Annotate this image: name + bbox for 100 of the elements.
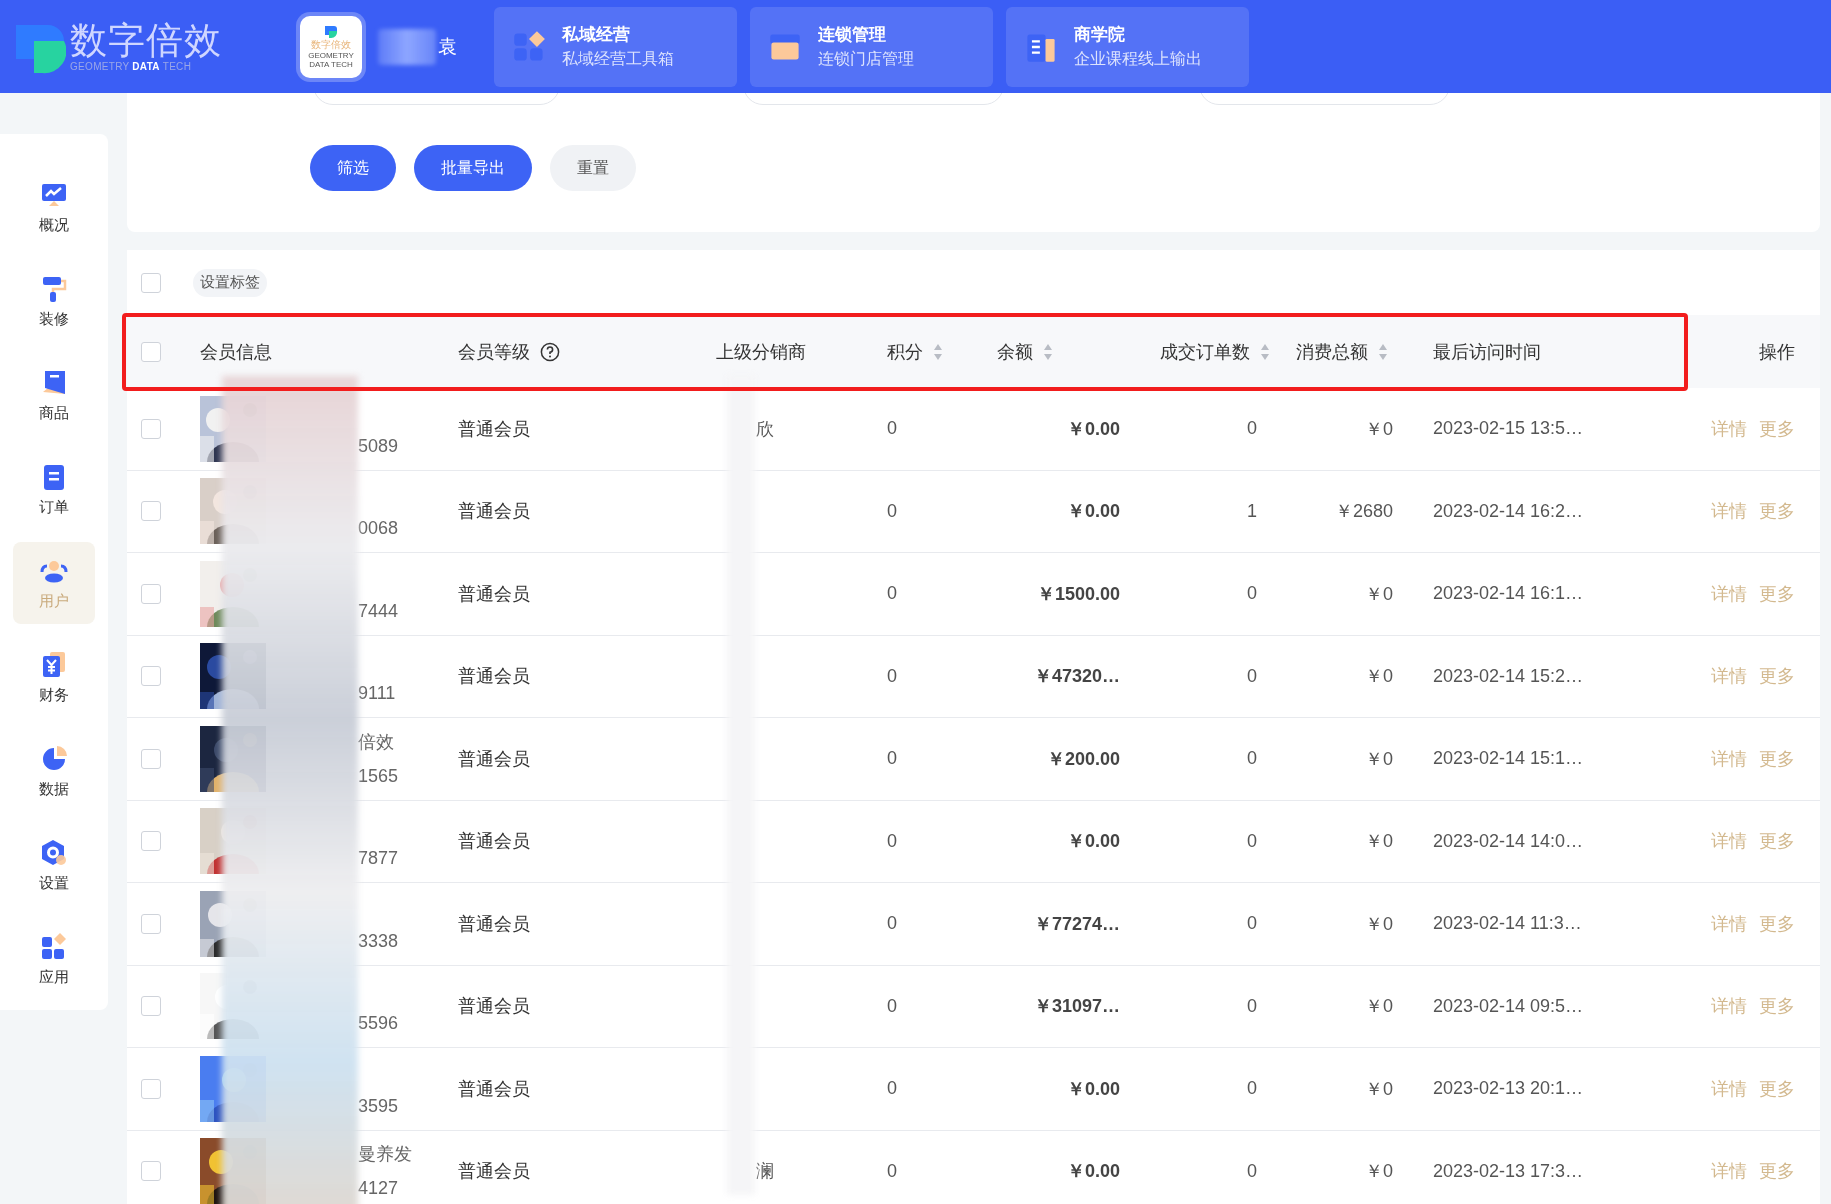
checkbox[interactable] — [141, 501, 161, 522]
table-cell: ￥77274… — [1033, 913, 1120, 934]
settings-icon — [39, 837, 69, 868]
member-phone: 7877 — [358, 847, 399, 871]
table-cell: ￥2680 — [1334, 501, 1393, 522]
sidebar-item[interactable]: 概况 — [13, 166, 95, 248]
action-link[interactable]: 详情 — [1711, 911, 1747, 936]
column-header: 积分 — [887, 340, 923, 364]
action-link[interactable]: 详情 — [1711, 1076, 1747, 1101]
table-cell: 0 — [887, 1078, 897, 1099]
action-link[interactable]: 更多 — [1759, 416, 1795, 441]
sidebar-item[interactable]: 订单 — [13, 448, 95, 530]
table-cell: 1 — [1247, 500, 1257, 521]
sidebar-item[interactable]: 装修 — [13, 260, 95, 342]
table-cell: 0 — [887, 418, 897, 439]
action-link[interactable]: 更多 — [1759, 664, 1795, 689]
filter-button[interactable]: 重置 — [550, 145, 636, 191]
table-cell: 普通会员 — [458, 913, 530, 934]
apps-icon — [39, 931, 69, 962]
sort-icon[interactable] — [1043, 342, 1053, 361]
action-link[interactable]: 详情 — [1711, 829, 1747, 854]
table-cell: 0 — [1247, 665, 1257, 686]
column-header: 消费总额 — [1296, 340, 1368, 364]
table-cell: 2023-02-14 15:1… — [1433, 748, 1584, 769]
table-cell: 普通会员 — [458, 1161, 530, 1182]
checkbox[interactable] — [141, 996, 161, 1017]
logo-name: 数字倍效 — [70, 21, 222, 61]
checkbox[interactable] — [141, 1161, 161, 1182]
nav-tile[interactable]: 商学院 企业课程线上输出 — [1006, 6, 1249, 87]
table-cell: ￥0.00 — [1066, 1161, 1120, 1182]
sort-icon[interactable] — [1260, 342, 1270, 361]
sidebar-item[interactable]: 商品 — [13, 354, 95, 436]
checkbox[interactable] — [141, 666, 161, 687]
checkbox[interactable] — [141, 1078, 161, 1099]
checkbox[interactable] — [141, 748, 161, 769]
member-phone: 5089 — [358, 434, 399, 458]
action-link[interactable]: 详情 — [1711, 416, 1747, 441]
checkbox[interactable] — [141, 583, 161, 604]
checkbox[interactable] — [141, 272, 161, 293]
table-cell: 0 — [1247, 1160, 1257, 1181]
table-cell: ￥0 — [1365, 1161, 1393, 1182]
sort-icon[interactable] — [933, 342, 943, 361]
nav-tile[interactable]: 私域经营 私域经营工具箱 — [494, 6, 737, 87]
checkbox[interactable] — [141, 913, 161, 934]
checkbox[interactable] — [141, 418, 161, 439]
member-phone: 1565 — [358, 764, 399, 788]
column-header: 操作 — [1759, 340, 1795, 364]
logo-tagline: GEOMETRY DATA TECH — [70, 61, 193, 72]
column-header: 余额 — [997, 340, 1033, 364]
table-cell: 2023-02-14 09:5… — [1433, 995, 1584, 1016]
action-link[interactable]: 更多 — [1759, 994, 1795, 1019]
action-link[interactable]: 更多 — [1759, 581, 1795, 606]
action-link[interactable]: 详情 — [1711, 499, 1747, 524]
table-cell: ￥0 — [1365, 418, 1393, 439]
table-cell: 2023-02-14 11:3… — [1433, 913, 1582, 934]
table-cell: 0 — [887, 1160, 897, 1181]
store-name: 袁 — [438, 34, 457, 59]
table-cell: 0 — [1247, 583, 1257, 604]
sidebar-item[interactable]: 财务 — [13, 636, 95, 718]
blocks-icon — [512, 29, 546, 64]
member-phone: 7444 — [358, 599, 399, 623]
filter-button[interactable]: 批量导出 — [414, 145, 532, 191]
table-cell: 普通会员 — [458, 1078, 530, 1099]
table-cell: 0 — [1247, 995, 1257, 1016]
sidebar-item[interactable]: 数据 — [13, 730, 95, 812]
table-cell: 0 — [1247, 1078, 1257, 1099]
sidebar-item[interactable]: 应用 — [13, 918, 95, 1000]
column-header: 会员信息 — [200, 340, 272, 364]
sort-icon[interactable] — [1378, 342, 1388, 361]
table-cell: 2023-02-14 16:2… — [1433, 500, 1584, 521]
nav-tile[interactable]: 连锁管理 连锁门店管理 — [750, 6, 993, 87]
set-tag-button[interactable]: 设置标签 — [193, 268, 267, 297]
action-link[interactable]: 更多 — [1759, 911, 1795, 936]
action-link[interactable]: 更多 — [1759, 499, 1795, 524]
sidebar-item[interactable]: 设置 — [13, 824, 95, 906]
table-cell: ￥0.00 — [1066, 831, 1120, 852]
table-cell: ￥0 — [1365, 913, 1393, 934]
action-link[interactable]: 更多 — [1759, 829, 1795, 854]
action-link[interactable]: 更多 — [1759, 746, 1795, 771]
table-cell: 普通会员 — [458, 418, 530, 439]
table-cell: 普通会员 — [458, 666, 530, 687]
member-name: 倍效 — [358, 730, 395, 754]
table-cell: 2023-02-15 13:5… — [1433, 418, 1584, 439]
action-link[interactable]: 更多 — [1759, 1076, 1795, 1101]
checkbox[interactable] — [141, 831, 161, 852]
sidebar-item[interactable]: 用户 — [13, 542, 95, 624]
store-logo[interactable]: 数字倍效 GEOMETRY DATA TECH — [300, 15, 362, 78]
action-link[interactable]: 详情 — [1711, 581, 1747, 606]
action-link[interactable]: 详情 — [1711, 994, 1747, 1019]
filter-button[interactable]: 筛选 — [310, 145, 396, 191]
action-link[interactable]: 更多 — [1759, 1159, 1795, 1184]
column-header: 成交订单数 — [1160, 340, 1250, 364]
table-cell: ￥1500.00 — [1036, 583, 1120, 604]
action-link[interactable]: 详情 — [1711, 664, 1747, 689]
checkbox[interactable] — [141, 341, 161, 362]
action-link[interactable]: 详情 — [1711, 1159, 1747, 1184]
action-link[interactable]: 详情 — [1711, 746, 1747, 771]
help-icon[interactable] — [540, 341, 560, 362]
table-cell: ￥0.00 — [1066, 418, 1120, 439]
table-cell: 普通会员 — [458, 583, 530, 604]
